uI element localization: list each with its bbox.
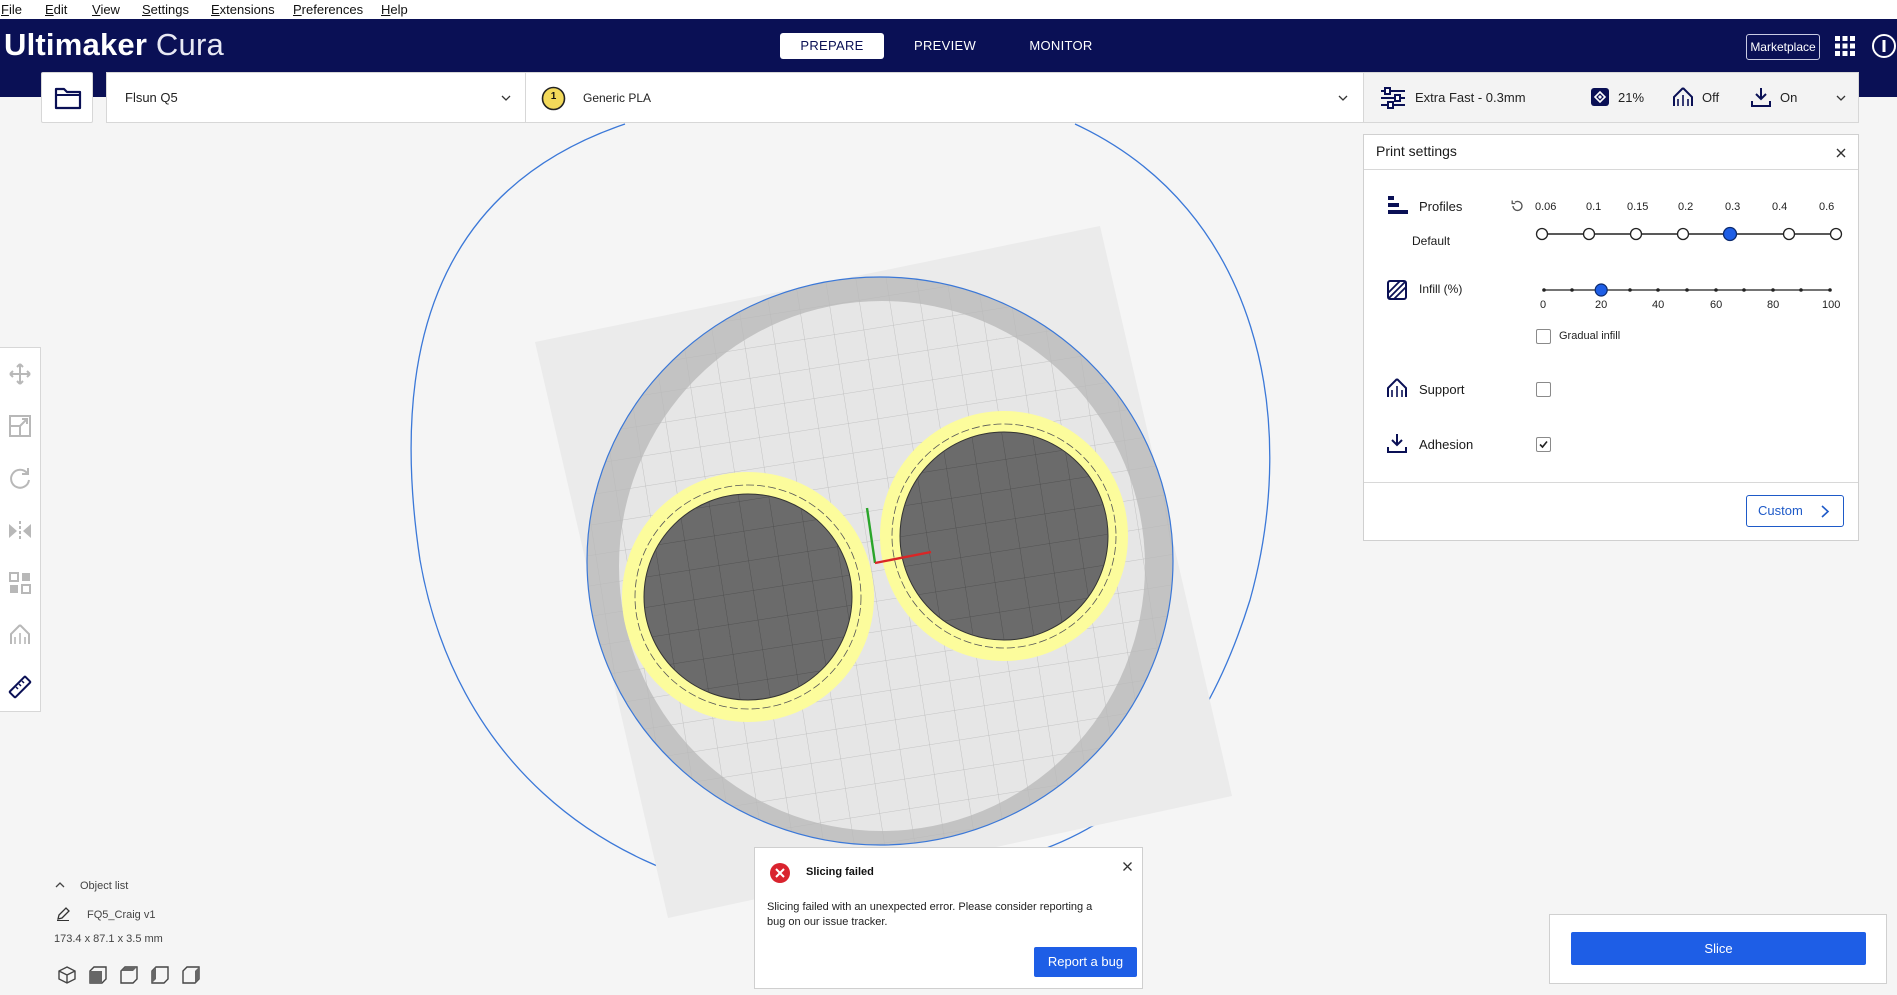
slicing-failed-message: Slicing failed Slicing failed with an un…: [754, 847, 1143, 989]
brand-light: Cura: [155, 27, 224, 62]
move-tool-icon[interactable]: [7, 361, 33, 387]
tab-preview[interactable]: PREVIEW: [898, 33, 992, 59]
infill-tick-0: 0: [1540, 299, 1547, 311]
tab-prepare[interactable]: PREPARE: [780, 33, 884, 59]
layer-height-6: 0.6: [1819, 201, 1835, 213]
measure-tool-icon[interactable]: [7, 674, 33, 700]
toast-message-line2: bug on our issue tracker.: [767, 916, 888, 928]
per-model-settings-icon[interactable]: [7, 570, 33, 596]
layer-height-slider[interactable]: [1534, 226, 1844, 242]
support-label: Support: [1419, 382, 1465, 397]
slice-panel: Slice: [1549, 914, 1887, 984]
menu-file[interactable]: File: [1, 0, 22, 19]
mirror-tool-icon[interactable]: [7, 518, 33, 544]
rotate-tool-icon[interactable]: [7, 465, 33, 491]
infill-tick-100: 100: [1822, 299, 1841, 311]
marketplace-button[interactable]: Marketplace: [1746, 34, 1820, 60]
panel-title: Print settings: [1376, 143, 1457, 159]
object-dimensions: 173.4 x 87.1 x 3.5 mm: [54, 933, 163, 945]
custom-button-label: Custom: [1758, 503, 1803, 518]
infill-tick-60: 60: [1710, 299, 1723, 311]
menu-extensions[interactable]: Extensions: [211, 0, 275, 19]
report-bug-button[interactable]: Report a bug: [1034, 947, 1137, 977]
chevron-right-icon: [1821, 505, 1830, 518]
layer-height-0: 0.06: [1535, 201, 1557, 213]
infill-label: Infill (%): [1419, 282, 1463, 296]
gradual-infill-label: Gradual infill: [1559, 330, 1621, 342]
tab-monitor[interactable]: MONITOR: [1014, 33, 1108, 59]
close-icon[interactable]: [1122, 861, 1133, 872]
layer-height-1: 0.1: [1586, 201, 1602, 213]
close-icon[interactable]: [1835, 147, 1847, 159]
layer-height-handle: [1722, 226, 1738, 242]
view-front-icon[interactable]: [88, 965, 108, 985]
toast-message-line1: Slicing failed with an unexpected error.…: [767, 901, 1093, 913]
adhesion-label: Adhesion: [1419, 437, 1474, 452]
error-icon: [770, 863, 790, 883]
menu-settings[interactable]: Settings: [142, 0, 189, 19]
scale-tool-icon[interactable]: [7, 413, 33, 439]
brand-bold: Ultimaker: [4, 27, 148, 62]
view-3d-icon[interactable]: [57, 965, 77, 985]
profiles-label: Profiles: [1419, 199, 1463, 214]
adhesion-setting-icon: [1387, 434, 1407, 453]
object-list-panel: Object list FQ5_Craig v1 173.4 x 87.1 x …: [0, 870, 300, 995]
view-left-icon[interactable]: [150, 965, 170, 985]
adhesion-checkbox[interactable]: [1536, 437, 1551, 452]
apps-grid-icon[interactable]: [1832, 33, 1858, 59]
menu-bar: File Edit View Settings Extensions Prefe…: [0, 0, 1897, 19]
app-logo: Ultimaker Cura: [4, 27, 224, 63]
infill-tick-40: 40: [1652, 299, 1665, 311]
profiles-icon: [1388, 196, 1408, 214]
menu-edit[interactable]: Edit: [45, 0, 67, 19]
support-setting-icon: [1387, 378, 1407, 397]
panel-divider: [1364, 482, 1858, 483]
view-top-icon[interactable]: [119, 965, 139, 985]
checkmark-icon: [1539, 440, 1548, 449]
support-checkbox[interactable]: [1536, 382, 1551, 397]
view-right-icon[interactable]: [181, 965, 201, 985]
layer-height-4: 0.3: [1725, 201, 1741, 213]
chevron-up-icon[interactable]: [55, 881, 65, 889]
infill-handle: [1594, 283, 1608, 297]
infill-slider[interactable]: [1540, 283, 1840, 297]
reset-icon[interactable]: [1510, 199, 1524, 213]
slice-button[interactable]: Slice: [1571, 932, 1866, 965]
toast-message: Slicing failed with an unexpected error.…: [767, 900, 1092, 930]
layer-height-2: 0.15: [1627, 201, 1649, 213]
object-name: FQ5_Craig v1: [87, 909, 156, 921]
menu-preferences[interactable]: Preferences: [293, 0, 363, 19]
tool-rail: [0, 347, 41, 712]
gradual-infill-checkbox[interactable]: [1536, 329, 1551, 344]
infill-tick-20: 20: [1595, 299, 1608, 311]
menu-help[interactable]: Help: [381, 0, 408, 19]
print-settings-panel: Print settings Profiles Default 0.06 0.1…: [1363, 134, 1859, 541]
custom-settings-button[interactable]: Custom: [1746, 495, 1844, 527]
object-list-header[interactable]: Object list: [80, 880, 128, 892]
infill-tick-80: 80: [1767, 299, 1780, 311]
layer-height-5: 0.4: [1772, 201, 1788, 213]
support-blocker-icon[interactable]: [7, 622, 33, 648]
toast-title: Slicing failed: [806, 866, 874, 878]
layer-height-3: 0.2: [1678, 201, 1694, 213]
pencil-icon[interactable]: [56, 907, 70, 921]
infill-setting-icon: [1387, 280, 1407, 300]
profile-default-label: Default: [1412, 234, 1451, 248]
menu-view[interactable]: View: [92, 0, 120, 19]
account-icon[interactable]: [1871, 33, 1897, 59]
panel-divider: [1364, 169, 1858, 170]
